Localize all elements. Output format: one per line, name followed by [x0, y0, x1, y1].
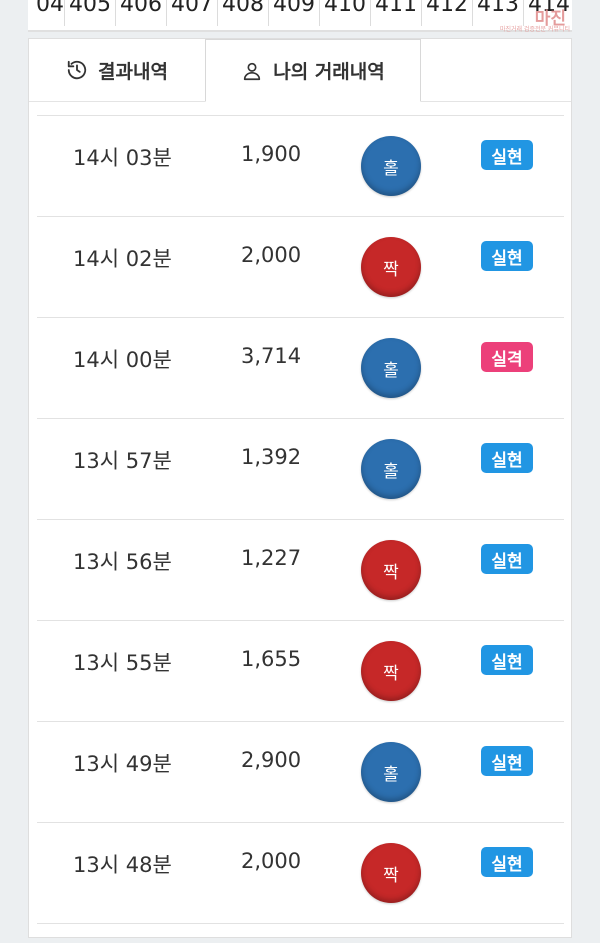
- round-number-cell: 413: [473, 0, 524, 26]
- even-pick-ball: 짝: [361, 843, 421, 903]
- odd-pick-ball: 홀: [361, 338, 421, 398]
- result-badge: 실격: [481, 342, 533, 372]
- tab-result-history[interactable]: 결과내역: [29, 39, 205, 101]
- trade-amount: 3,714: [241, 344, 302, 368]
- trade-row: 13시 55분 1,655 짝 실현: [37, 621, 564, 722]
- history-icon: [67, 60, 87, 80]
- trade-time: 13시 56분: [73, 550, 172, 574]
- trade-row: 14시 03분 1,900 홀 실현: [37, 115, 564, 217]
- trade-amount: 2,000: [241, 849, 302, 873]
- trade-time: 14시 00분: [73, 348, 172, 372]
- result-badge: 실현: [481, 443, 533, 473]
- trade-time: 13시 57분: [73, 449, 172, 473]
- result-badge: 실현: [481, 140, 533, 170]
- trade-row: 14시 02분 2,000 짝 실현: [37, 217, 564, 318]
- result-badge: 실현: [481, 645, 533, 675]
- tab-my-trade-history[interactable]: 나의 거래내역: [205, 39, 421, 102]
- tab-label: 나의 거래내역: [273, 61, 385, 83]
- tab-label: 결과내역: [98, 60, 168, 83]
- trade-time: 13시 55분: [73, 651, 172, 675]
- result-badge: 실현: [481, 544, 533, 574]
- result-badge: 실현: [481, 847, 533, 877]
- tab-bar: 결과내역 나의 거래내역: [29, 39, 571, 102]
- even-pick-ball: 짝: [361, 540, 421, 600]
- trade-time: 14시 03분: [73, 146, 172, 170]
- user-icon: [244, 62, 261, 80]
- round-number-cell: 408: [218, 0, 269, 26]
- even-pick-ball: 짝: [361, 641, 421, 701]
- trade-list: 14시 03분 1,900 홀 실현 14시 02분 2,000 짝 실현 14시 00분 3,7…: [37, 115, 564, 924]
- trade-row: 13시 56분 1,227 짝 실현: [37, 520, 564, 621]
- history-panel: 결과내역 나의 거래내역 14시 03분 1,900 홀 실현 14시 02분 2,000…: [28, 38, 572, 938]
- trade-amount: 1,392: [241, 445, 302, 469]
- round-number-cell: 04: [28, 0, 65, 26]
- result-badge: 실현: [481, 746, 533, 776]
- trade-row: 13시 57분 1,392 홀 실현: [37, 419, 564, 520]
- odd-pick-ball: 홀: [361, 136, 421, 196]
- trade-time: 14시 02분: [73, 247, 172, 271]
- trade-time: 13시 48분: [73, 853, 172, 877]
- round-number-strip: 04 405 406 407 408 409 410 411 412 413 414: [28, 0, 572, 32]
- round-number-cell: 410: [320, 0, 371, 26]
- trade-row: 14시 00분 3,714 홀 실격: [37, 318, 564, 419]
- trade-amount: 1,900: [241, 142, 302, 166]
- round-number-cell: 405: [65, 0, 116, 26]
- round-number-cell: 411: [371, 0, 422, 26]
- trade-row: 13시 48분 2,000 짝 실현: [37, 823, 564, 924]
- trade-amount: 1,227: [241, 546, 302, 570]
- round-number-cell: 406: [116, 0, 167, 26]
- round-number-cell: 414: [524, 0, 572, 26]
- trade-time: 13시 49분: [73, 752, 172, 776]
- round-number-cell: 407: [167, 0, 218, 26]
- trade-amount: 2,000: [241, 243, 302, 267]
- odd-pick-ball: 홀: [361, 439, 421, 499]
- even-pick-ball: 짝: [361, 237, 421, 297]
- result-badge: 실현: [481, 241, 533, 271]
- round-number-cell: 409: [269, 0, 320, 26]
- trade-amount: 2,900: [241, 748, 302, 772]
- round-number-cell: 412: [422, 0, 473, 26]
- trade-row: 13시 49분 2,900 홀 실현: [37, 722, 564, 823]
- trade-amount: 1,655: [241, 647, 302, 671]
- odd-pick-ball: 홀: [361, 742, 421, 802]
